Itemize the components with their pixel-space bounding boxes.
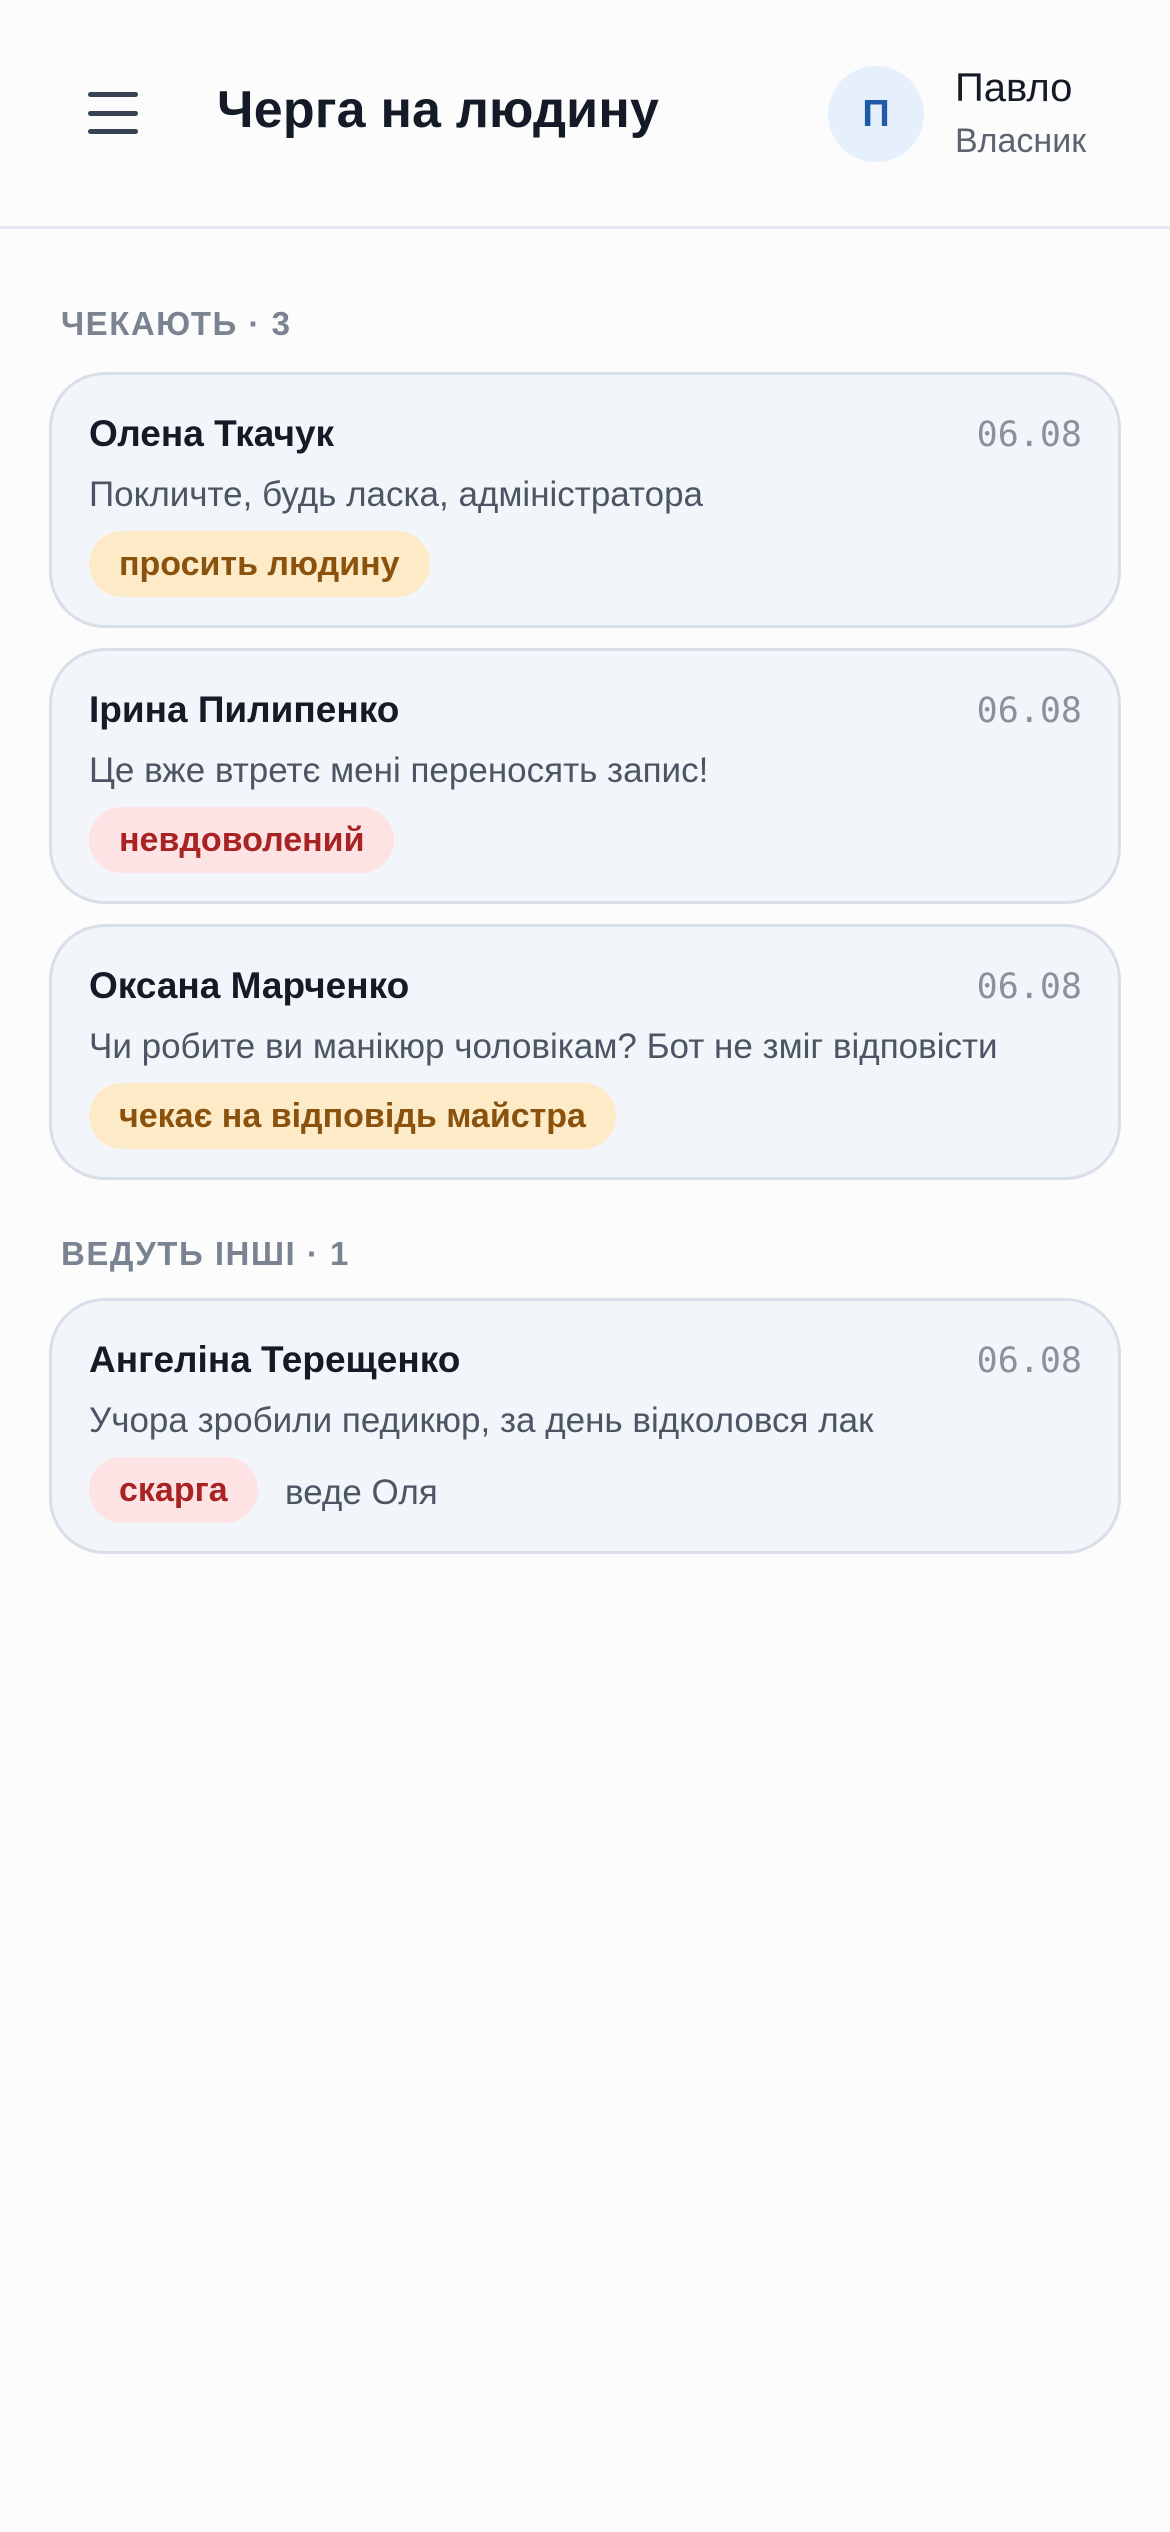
message-date: 06.08 bbox=[976, 1341, 1082, 1381]
top-bar: Черга на людину П Павло Власник bbox=[0, 0, 1170, 229]
app-root: Черга на людину П Павло Власник ЧЕКАЮТЬ … bbox=[0, 0, 1170, 2532]
queue-card[interactable]: Оксана Марченко 06.08 Чи робите ви манік… bbox=[49, 924, 1121, 1180]
message-date: 06.08 bbox=[976, 691, 1082, 731]
message-preview: Покличте, будь ласка, адміністратора bbox=[89, 475, 704, 514]
section-label-waiting: ЧЕКАЮТЬ · 3 bbox=[61, 305, 292, 342]
customer-name: Оксана Марченко bbox=[89, 965, 410, 1006]
assigned-operator: веде Оля bbox=[285, 1473, 438, 1512]
customer-name: Олена Ткачук bbox=[89, 413, 335, 454]
section-label-handled-by-others: ВЕДУТЬ ІНШІ · 1 bbox=[61, 1235, 350, 1272]
status-badge: скарга bbox=[89, 1457, 258, 1523]
queue-card[interactable]: Олена Ткачук 06.08 Покличте, будь ласка,… bbox=[49, 372, 1121, 628]
page-title: Черга на людину bbox=[217, 81, 660, 139]
message-preview: Учора зробили педикюр, за день відколовс… bbox=[89, 1401, 874, 1440]
queue-card[interactable]: Ангеліна Терещенко 06.08 Учора зробили п… bbox=[49, 1298, 1121, 1554]
queue-card[interactable]: Ірина Пилипенко 06.08 Це вже втретє мені… bbox=[49, 648, 1121, 904]
user-name: Павло bbox=[955, 66, 1073, 110]
message-date: 06.08 bbox=[976, 967, 1082, 1007]
hamburger-menu-icon[interactable] bbox=[88, 88, 138, 138]
status-badge: невдоволений bbox=[89, 807, 395, 873]
status-badge: чекає на відповідь майстра bbox=[89, 1083, 616, 1149]
customer-name: Ангеліна Терещенко bbox=[89, 1339, 461, 1380]
customer-name: Ірина Пилипенко bbox=[89, 689, 400, 730]
user-role: Власник bbox=[955, 122, 1087, 160]
message-preview: Це вже втретє мені переносять запис! bbox=[89, 751, 709, 790]
message-date: 06.08 bbox=[976, 415, 1082, 455]
avatar[interactable]: П bbox=[828, 66, 924, 162]
message-preview: Чи робите ви манікюр чоловікам? Бот не з… bbox=[89, 1027, 998, 1066]
status-badge: просить людину bbox=[89, 531, 430, 597]
